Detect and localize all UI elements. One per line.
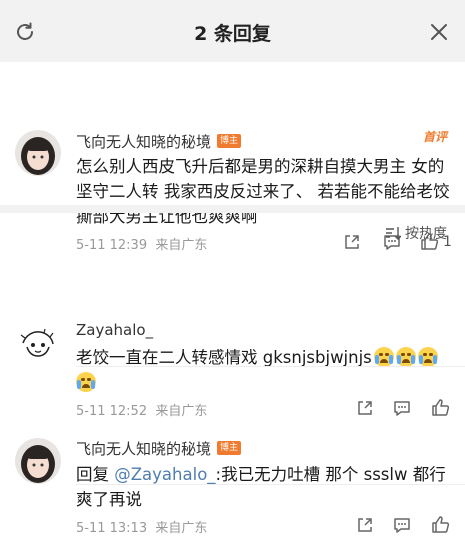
- reply-meta: 5-11 12:52 来自广东: [76, 400, 207, 419]
- comment-time: 5-11 12:39: [76, 238, 148, 253]
- comment-location: 来自广东: [155, 238, 208, 253]
- dialog-header: 2 条回复: [0, 0, 465, 62]
- like-icon[interactable]: [431, 515, 450, 534]
- crying-emoji-icon: [373, 347, 394, 367]
- reply-time: 5-11 12:52: [76, 404, 148, 419]
- first-comment-label: 首评: [422, 130, 447, 144]
- section-divider: [0, 205, 465, 213]
- author-badge: 博主: [217, 441, 242, 455]
- close-icon[interactable]: [427, 20, 451, 44]
- comment-meta: 5-11 12:39 来自广东: [76, 234, 207, 253]
- row-divider: [76, 366, 465, 367]
- avatar[interactable]: [15, 130, 61, 176]
- author-badge: 博主: [217, 134, 242, 148]
- share-icon[interactable]: [356, 399, 374, 417]
- reply-location: 来自广东: [155, 404, 208, 419]
- reply-location: 来自广东: [155, 521, 208, 536]
- reply-username[interactable]: Zayahalo_: [76, 321, 153, 339]
- reply-time: 5-11 13:13: [76, 521, 148, 536]
- comment-text: 怎么别人西皮飞升后都是男的深耕自摸大男主 女的坚守二人转 我家西皮反过来了、 若…: [76, 157, 450, 226]
- reply-username[interactable]: 飞向无人知晓的秘境: [76, 438, 211, 459]
- reply-text: 老饺一直在二人转感情戏 gksnjsbjwjnjs: [76, 345, 452, 395]
- sort-toggle[interactable]: 按热度: [385, 223, 447, 243]
- crying-emoji-icon: [76, 372, 96, 392]
- comment-icon[interactable]: [393, 399, 411, 417]
- sort-label: 按热度: [405, 226, 447, 242]
- like-icon[interactable]: [431, 398, 450, 417]
- mention-link[interactable]: @Zayahalo_: [114, 465, 215, 484]
- crying-emoji-icon: [395, 347, 416, 367]
- row-divider: [76, 484, 465, 485]
- crying-emoji-icon: [417, 347, 438, 367]
- avatar[interactable]: [15, 438, 61, 484]
- comment-icon[interactable]: [393, 516, 411, 534]
- reply-text: 回复 @Zayahalo_:我已无力吐槽 那个 ssslw 都行 爽了再说: [76, 465, 446, 509]
- share-icon[interactable]: [343, 233, 361, 251]
- share-icon[interactable]: [356, 516, 374, 534]
- comment-username[interactable]: 飞向无人知晓的秘境: [76, 131, 211, 152]
- sort-icon: [386, 227, 401, 240]
- avatar[interactable]: [15, 321, 61, 367]
- dialog-title: 2 条回复: [194, 23, 271, 45]
- reply-meta: 5-11 13:13 来自广东: [76, 517, 207, 536]
